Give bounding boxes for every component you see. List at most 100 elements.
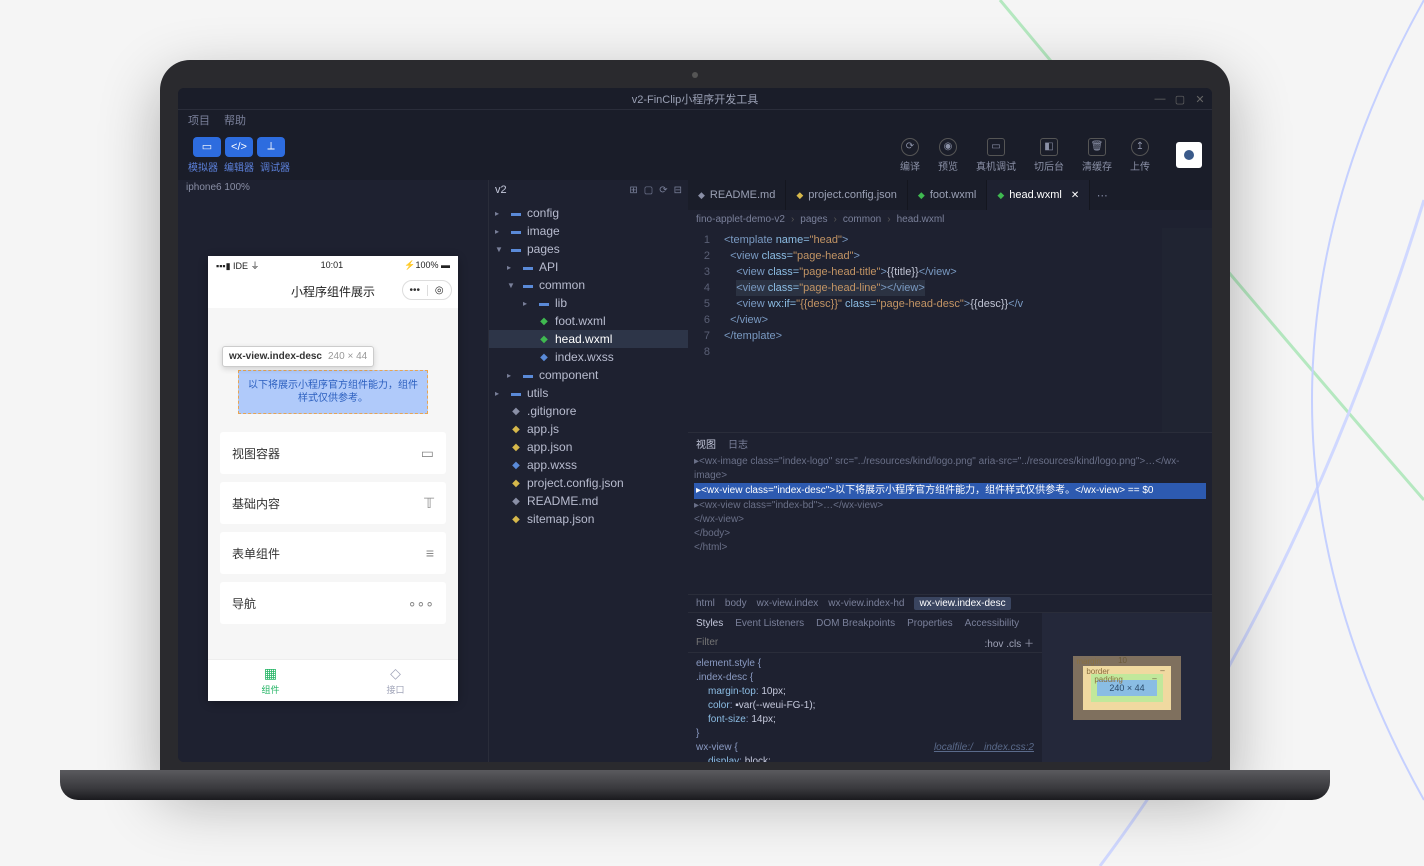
folder-item[interactable]: ▸▬utils [489, 384, 688, 402]
folder-item[interactable]: ▸▬component [489, 366, 688, 384]
cut-bg-button[interactable]: ◧切后台 [1034, 138, 1064, 173]
editor-tab[interactable]: ◆README.md [688, 180, 786, 210]
dt-tab-view[interactable]: 视图 [696, 436, 716, 451]
styles-tab[interactable]: DOM Breakpoints [816, 618, 895, 629]
laptop-base [60, 770, 1330, 800]
zoom-level[interactable]: 100% [224, 182, 250, 193]
dom-crumb[interactable]: html [696, 598, 715, 609]
ide-screen: v2-FinClip小程序开发工具 — ▢ ✕ 项目 帮助 ▭ </> ⟂ [178, 88, 1212, 762]
simulator-label: 模拟器 [188, 159, 218, 174]
folder-item[interactable]: ▸▬lib [489, 294, 688, 312]
css-rules[interactable]: element.style {.index-desc {</span></div… [688, 653, 1042, 762]
dom-crumb[interactable]: wx-view.index-desc [914, 597, 1010, 610]
file-item[interactable]: ◆index.wxss [489, 348, 688, 366]
styles-tab[interactable]: Accessibility [965, 618, 1019, 629]
close-icon[interactable]: ✕ [1194, 93, 1206, 106]
simulator-toggle[interactable]: ▭ [193, 137, 221, 157]
file-tree: ▸▬config▸▬image▼▬pages▸▬API▼▬common▸▬lib… [489, 200, 688, 532]
breadcrumb-segment[interactable]: head.wxml [897, 214, 945, 225]
editor-tab[interactable]: ◆foot.wxml [908, 180, 987, 210]
styles-tab[interactable]: Properties [907, 618, 953, 629]
breadcrumb-segment[interactable]: fino-applet-demo-v2 [696, 214, 785, 225]
folder-item[interactable]: ▸▬image [489, 222, 688, 240]
capsule-button[interactable]: •••◎ [402, 280, 452, 300]
tab-api[interactable]: ◇接口 [333, 660, 458, 701]
debugger-label: 调试器 [260, 159, 290, 174]
breadcrumb: fino-applet-demo-v2›pages›common›head.wx… [688, 210, 1212, 228]
carrier-label: ▪▪▪▮ IDE ⏚ [216, 259, 260, 272]
tab-component[interactable]: ▦组件 [208, 660, 333, 701]
dom-breadcrumb: html body wx-view.index wx-view.index-hd wx-… [688, 594, 1212, 612]
line-gutter: 12345678 [688, 228, 716, 432]
toolbar: ▭ </> ⟂ 模拟器 编辑器 调试器 ⟳编译 ◉预览 ▭真机调试 ◧切后台 [178, 130, 1212, 180]
file-item[interactable]: ◆sitemap.json [489, 510, 688, 528]
inspect-tooltip: wx-view.index-desc240 × 44 [222, 346, 374, 367]
phone-status-bar: ▪▪▪▮ IDE ⏚ 10:01 ⚡100% ▬ [208, 256, 458, 274]
styles-tab[interactable]: Event Listeners [735, 618, 804, 629]
debugger-toggle[interactable]: ⟂ [257, 137, 285, 157]
dom-crumb[interactable]: body [725, 598, 747, 609]
upload-button[interactable]: ↥上传 [1130, 138, 1150, 173]
new-file-icon[interactable]: ⊞ [629, 185, 637, 196]
dt-tab-other[interactable]: 日志 [728, 436, 748, 451]
close-icon[interactable]: ✕ [1071, 190, 1079, 201]
editor-label: 编辑器 [224, 159, 254, 174]
collapse-icon[interactable]: ⊟ [674, 185, 682, 196]
code-content[interactable]: <template name="head"> <view class="page… [716, 228, 1212, 432]
styles-filter-input[interactable] [696, 637, 985, 648]
folder-item[interactable]: ▸▬config [489, 204, 688, 222]
explorer-root[interactable]: v2 [495, 184, 507, 196]
file-item[interactable]: ◆app.wxss [489, 456, 688, 474]
list-item[interactable]: 导航∘∘∘ [220, 582, 446, 624]
title-bar: v2-FinClip小程序开发工具 — ▢ ✕ [178, 88, 1212, 110]
file-item[interactable]: ◆app.json [489, 438, 688, 456]
preview-button[interactable]: ◉预览 [938, 138, 958, 173]
dom-tree[interactable]: ▸<wx-image class="index-logo" src="../re… [688, 453, 1212, 594]
user-avatar[interactable] [1176, 142, 1202, 168]
file-item[interactable]: ◆README.md [489, 492, 688, 510]
list-item[interactable]: 表单组件≡ [220, 532, 446, 574]
remote-debug-button[interactable]: ▭真机调试 [976, 138, 1016, 173]
styles-tab[interactable]: Styles [696, 618, 723, 629]
minimize-icon[interactable]: — [1154, 93, 1166, 105]
maximize-icon[interactable]: ▢ [1174, 93, 1186, 106]
devtools: 视图 日志 ▸<wx-image class="index-logo" src=… [688, 432, 1212, 762]
list-item[interactable]: 基础内容𝕋 [220, 482, 446, 524]
menu-help[interactable]: 帮助 [224, 112, 246, 128]
file-item[interactable]: ◆project.config.json [489, 474, 688, 492]
laptop-camera [692, 72, 698, 78]
dom-crumb[interactable]: wx-view.index [757, 598, 819, 609]
battery-label: ⚡100% ▬ [404, 260, 450, 271]
breadcrumb-segment[interactable]: pages [800, 214, 827, 225]
file-item[interactable]: ◆head.wxml [489, 330, 688, 348]
folder-item[interactable]: ▼▬common [489, 276, 688, 294]
editor-tab[interactable]: ◆project.config.json [786, 180, 908, 210]
menu-project[interactable]: 项目 [188, 112, 210, 128]
refresh-icon[interactable]: ⟳ [659, 185, 667, 196]
compile-button[interactable]: ⟳编译 [900, 138, 920, 173]
device-name[interactable]: iphone6 [186, 182, 222, 193]
app-title: v2-FinClip小程序开发工具 [632, 91, 759, 107]
folder-item[interactable]: ▼▬pages [489, 240, 688, 258]
phone-frame: ▪▪▪▮ IDE ⏚ 10:01 ⚡100% ▬ 小程序组件展示 •••◎ wx… [208, 256, 458, 701]
editor-pane: ◆README.md◆project.config.json◆foot.wxml… [688, 180, 1212, 762]
new-folder-icon[interactable]: ▢ [644, 185, 653, 196]
code-area[interactable]: 12345678 <template name="head"> <view cl… [688, 228, 1212, 432]
phone-tabbar: ▦组件 ◇接口 [208, 659, 458, 701]
dom-crumb[interactable]: wx-view.index-hd [828, 598, 904, 609]
editor-toggle[interactable]: </> [225, 137, 253, 157]
breadcrumb-segment[interactable]: common [843, 214, 881, 225]
phone-body: wx-view.index-desc240 × 44 以下将展示小程序官方组件能… [208, 308, 458, 659]
list-item[interactable]: 视图容器▭ [220, 432, 446, 474]
view-toggle: ▭ </> ⟂ 模拟器 编辑器 调试器 [188, 137, 290, 174]
styles-filter-actions[interactable]: :hov .cls ＋ [985, 635, 1034, 650]
file-item[interactable]: ◆.gitignore [489, 402, 688, 420]
folder-item[interactable]: ▸▬API [489, 258, 688, 276]
tabs-more-icon[interactable]: ⋯ [1090, 180, 1114, 210]
minimap[interactable] [1162, 228, 1212, 432]
page-title: 小程序组件展示 [291, 283, 375, 300]
file-item[interactable]: ◆foot.wxml [489, 312, 688, 330]
editor-tab[interactable]: ◆head.wxml✕ [987, 180, 1090, 210]
clear-cache-button[interactable]: 🗑清缓存 [1082, 138, 1112, 173]
file-item[interactable]: ◆app.js [489, 420, 688, 438]
